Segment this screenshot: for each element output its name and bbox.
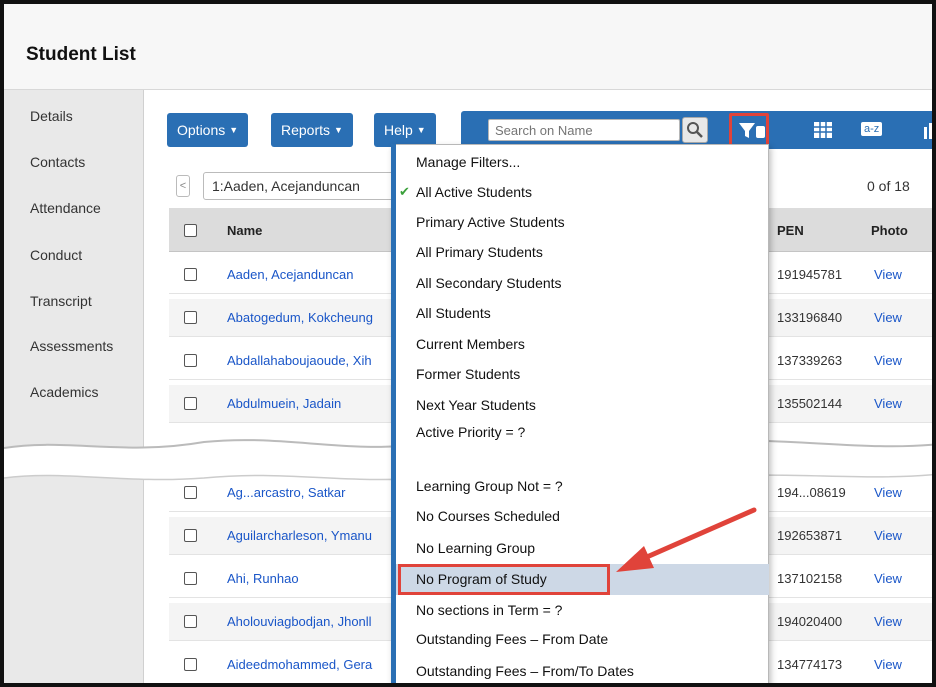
- menu-item-all-active-students[interactable]: All Active Students: [416, 184, 532, 200]
- chevron-down-icon: ▼: [229, 125, 239, 135]
- title-bar: Student List: [4, 4, 932, 90]
- pen-cell: 137102158: [777, 571, 843, 586]
- student-name-link[interactable]: Ahi, Runhao: [227, 571, 389, 586]
- photo-view-link[interactable]: View: [874, 353, 902, 368]
- column-header-name[interactable]: Name: [227, 223, 262, 238]
- sidebar: Details Contacts Attendance Conduct Tran…: [4, 90, 144, 683]
- menu-item-manage-filters[interactable]: Manage Filters...: [416, 154, 520, 170]
- sidebar-item-contacts[interactable]: Contacts: [30, 154, 85, 170]
- app-frame: Student List Details Contacts Attendance…: [0, 0, 936, 687]
- pen-cell: 191945781: [777, 267, 843, 282]
- menu-item-former-students[interactable]: Former Students: [416, 366, 520, 382]
- photo-view-link[interactable]: View: [874, 310, 902, 325]
- row-checkbox[interactable]: [184, 615, 197, 628]
- menu-item-all-secondary-students[interactable]: All Secondary Students: [416, 275, 562, 291]
- student-name-link[interactable]: Aideedmohammed, Gera: [227, 657, 389, 672]
- menu-item-outstanding-fees-from-to-dates[interactable]: Outstanding Fees – From/To Dates: [416, 663, 634, 679]
- current-record-text: 1:Aaden, Acejanduncan: [212, 178, 360, 194]
- menu-item-active-priority[interactable]: Active Priority = ?: [416, 424, 525, 440]
- pen-cell: 135502144: [777, 396, 843, 411]
- grid-view-button[interactable]: [813, 121, 833, 142]
- filter-menu-items: Manage Filters... ✔ All Active Students …: [391, 144, 769, 683]
- options-button-label: Options: [177, 122, 226, 138]
- pen-cell: 137339263: [777, 353, 843, 368]
- chart-button[interactable]: [922, 121, 932, 142]
- sidebar-item-assessments[interactable]: Assessments: [30, 338, 113, 354]
- sidebar-item-academics[interactable]: Academics: [30, 384, 98, 400]
- record-count: 0 of 18: [867, 178, 910, 194]
- student-name-link[interactable]: Aholouviagbodjan, Jhonll: [227, 614, 389, 629]
- photo-view-link[interactable]: View: [874, 571, 902, 586]
- annotation-arrow-icon: [616, 507, 757, 572]
- menu-item-no-sections-in-term[interactable]: No sections in Term = ?: [416, 602, 562, 618]
- select-all-checkbox[interactable]: [184, 224, 197, 237]
- column-header-pen[interactable]: PEN: [777, 223, 804, 238]
- sidebar-item-details[interactable]: Details: [30, 108, 73, 124]
- student-name-link[interactable]: Aaden, Acejanduncan: [227, 267, 389, 282]
- options-button[interactable]: Options ▼: [167, 113, 249, 147]
- reports-button-label: Reports: [281, 122, 331, 138]
- photo-view-link[interactable]: View: [874, 396, 902, 411]
- sidebar-item-attendance[interactable]: Attendance: [30, 200, 101, 216]
- row-checkbox[interactable]: [184, 486, 197, 499]
- photo-view-link[interactable]: View: [874, 528, 902, 543]
- menu-item-no-courses-scheduled[interactable]: No Courses Scheduled: [416, 508, 560, 524]
- menu-item-all-students[interactable]: All Students: [416, 305, 491, 321]
- sidebar-item-transcript[interactable]: Transcript: [30, 293, 92, 309]
- row-checkbox[interactable]: [184, 311, 197, 324]
- student-name-link[interactable]: Aguilarcharleson, Ymanu: [227, 528, 389, 543]
- row-checkbox[interactable]: [184, 658, 197, 671]
- menu-item-next-year-students[interactable]: Next Year Students: [416, 397, 536, 413]
- reports-button[interactable]: Reports ▼: [271, 113, 353, 147]
- column-header-photo[interactable]: Photo: [871, 223, 908, 238]
- sort-az-icon: a-z: [864, 123, 880, 135]
- search-icon: [687, 122, 703, 138]
- menu-item-outstanding-fees-from-date[interactable]: Outstanding Fees – From Date: [416, 631, 608, 647]
- menu-item-learning-group-not[interactable]: Learning Group Not = ?: [416, 478, 563, 494]
- pen-cell: 194...08619: [777, 485, 846, 500]
- row-checkbox[interactable]: [184, 397, 197, 410]
- row-checkbox[interactable]: [184, 529, 197, 542]
- menu-item-current-members[interactable]: Current Members: [416, 336, 525, 352]
- photo-view-link[interactable]: View: [874, 485, 902, 500]
- student-name-link[interactable]: Abdallahaboujaoude, Xih: [227, 353, 389, 368]
- record-selector[interactable]: 1:Aaden, Acejanduncan: [203, 172, 395, 200]
- pen-cell: 134774173: [777, 657, 843, 672]
- sort-az-button[interactable]: a-z: [861, 122, 883, 136]
- chevron-down-icon: ▼: [334, 125, 343, 135]
- row-checkbox[interactable]: [184, 354, 197, 367]
- chevron-down-icon: ▼: [416, 125, 426, 135]
- annotation-highlight-box: [398, 564, 610, 595]
- pen-cell: 194020400: [777, 614, 843, 629]
- help-button[interactable]: Help ▼: [374, 113, 436, 147]
- pen-cell: 133196840: [777, 310, 843, 325]
- checkmark-icon: ✔: [399, 184, 410, 199]
- student-name-link[interactable]: Ag...arcastro, Satkar: [227, 485, 389, 500]
- help-button-label: Help: [384, 122, 413, 138]
- menu-item-no-learning-group[interactable]: No Learning Group: [416, 540, 535, 556]
- sidebar-item-conduct[interactable]: Conduct: [30, 247, 82, 263]
- photo-view-link[interactable]: View: [874, 657, 902, 672]
- pen-cell: 192653871: [777, 528, 843, 543]
- student-name-link[interactable]: Abdulmuein, Jadain: [227, 396, 389, 411]
- photo-view-link[interactable]: View: [874, 614, 902, 629]
- row-checkbox[interactable]: [184, 268, 197, 281]
- search-button[interactable]: [682, 117, 708, 143]
- page-title: Student List: [26, 44, 136, 65]
- menu-item-primary-active-students[interactable]: Primary Active Students: [416, 214, 565, 230]
- menu-item-all-primary-students[interactable]: All Primary Students: [416, 244, 543, 260]
- student-name-link[interactable]: Abatogedum, Kokcheung: [227, 310, 389, 325]
- filter-highlight-box: [729, 113, 769, 147]
- row-checkbox[interactable]: [184, 572, 197, 585]
- grid-view-icon: [814, 122, 832, 138]
- photo-view-link[interactable]: View: [874, 267, 902, 282]
- search-input[interactable]: [488, 119, 680, 141]
- chevron-left-icon: <: [179, 180, 187, 192]
- chart-icon: [924, 123, 932, 139]
- previous-record-button[interactable]: <: [176, 175, 190, 197]
